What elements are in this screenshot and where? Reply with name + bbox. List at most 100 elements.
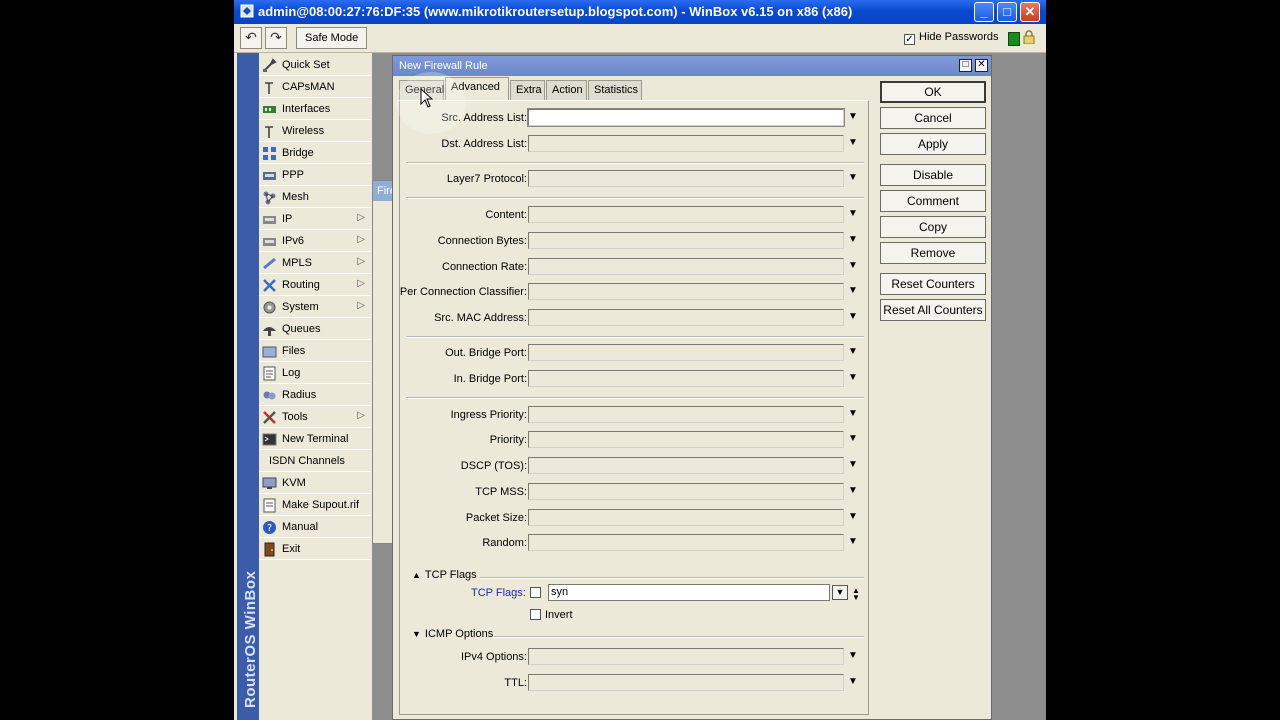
connection-rate-input[interactable] [528,258,844,275]
tcp-flags-section-header[interactable]: ▲ TCP Flags [412,569,477,581]
apply-button[interactable]: Apply [880,133,986,155]
menu-item-log[interactable]: Log [259,363,371,384]
menu-item-interfaces[interactable]: Interfaces [259,99,371,120]
menu-item-files[interactable]: Files [259,341,371,362]
antenna-icon [265,82,273,94]
chevron-down-icon[interactable]: ▼ [848,311,858,322]
copy-button[interactable]: Copy [880,216,986,238]
safe-mode-button[interactable]: Safe Mode [296,27,368,49]
tab-extra[interactable]: Extra [510,80,545,100]
menu-item-kvm[interactable]: KVM [259,473,371,494]
menu-item-make-supout[interactable]: Make Supout.rif [259,495,371,516]
content-input[interactable] [528,206,844,223]
field-row-packet-size: Packet Size: ▼ [465,509,858,526]
chevron-down-icon[interactable]: ▼ [848,485,858,496]
tab-action[interactable]: Action [546,80,587,100]
brand-strip: RouterOS WinBox [237,53,259,720]
collapse-icon[interactable]: ▲ [412,570,421,580]
chevron-down-icon[interactable]: ▼ [848,346,858,357]
src-address-list-input[interactable] [527,108,845,127]
invert-option[interactable]: Invert [530,609,573,621]
chevron-down-icon[interactable]: ▼ [848,172,858,183]
undo-icon[interactable]: ↶ [240,27,262,49]
menu-item-routing[interactable]: Routing ▷ [259,275,371,296]
menu-item-ppp[interactable]: PPP [259,165,371,186]
ok-button[interactable]: OK [880,81,986,103]
menu-item-mpls[interactable]: MPLS ▷ [259,253,371,274]
submenu-arrow-icon: ▷ [357,212,365,223]
minimize-button[interactable]: _ [974,2,994,22]
chevron-down-icon[interactable]: ▼ [848,408,858,419]
comment-button[interactable]: Comment [880,190,986,212]
chevron-down-icon[interactable]: ▼ [848,536,858,547]
ingress-priority-input[interactable] [528,406,844,423]
hide-passwords-checkbox[interactable]: ✓ [904,34,915,45]
in-bridge-port-input[interactable] [528,370,844,387]
chevron-down-icon[interactable]: ▼ [848,511,858,522]
invert-checkbox[interactable] [530,609,541,620]
chevron-down-icon[interactable]: ▼ [848,111,858,122]
reset-counters-button[interactable]: Reset Counters [880,273,986,295]
chevron-down-icon[interactable]: ▼ [848,372,858,383]
remove-button[interactable]: Remove [880,242,986,264]
tcp-flags-select[interactable]: syn [548,584,830,601]
add-remove-spinner-icon[interactable]: ▲ ▼ [852,587,860,602]
field-row-src-mac-address: Src. MAC Address: ▼ [434,309,858,326]
svg-text:?: ? [267,523,272,534]
redo-icon[interactable]: ↷ [265,27,287,49]
priority-input[interactable] [528,431,844,448]
chevron-down-icon[interactable]: ▼ [848,208,858,219]
menu-item-system[interactable]: System ▷ [259,297,371,318]
tcp-flags-not-checkbox[interactable] [530,587,541,598]
menu-item-capsman[interactable]: CAPsMAN [259,77,371,98]
menu-item-ipv6[interactable]: IPv6 ▷ [259,231,371,252]
menu-item-tools[interactable]: Tools ▷ [259,407,371,428]
connection-bytes-input[interactable] [528,232,844,249]
ipv4-options-input[interactable] [528,648,844,665]
menu-item-mesh[interactable]: Mesh [259,187,371,208]
chevron-down-icon[interactable]: ▼ [848,137,858,148]
menu-item-exit[interactable]: Exit [259,539,371,560]
dst-address-list-input[interactable] [528,135,844,152]
menu-item-radius[interactable]: Radius [259,385,371,406]
dialog-close-button[interactable]: ✕ [975,59,988,72]
chevron-down-icon[interactable]: ▼ [848,260,858,271]
chevron-down-icon[interactable]: ▼ [848,285,858,296]
per-connection-classifier-input[interactable] [528,283,844,300]
invert-label: Invert [545,609,573,621]
ttl-input[interactable] [528,674,844,691]
dscp-input[interactable] [528,457,844,474]
submenu-arrow-icon: ▷ [357,410,365,421]
menu-item-ip[interactable]: IP ▷ [259,209,371,230]
random-input[interactable] [528,534,844,551]
menu-item-wireless[interactable]: Wireless [259,121,371,142]
menu-item-new-terminal[interactable]: New Terminal [259,429,371,450]
chevron-down-icon[interactable]: ▼ [848,650,858,661]
chevron-down-icon[interactable]: ▼ [848,676,858,687]
icmp-options-section-header[interactable]: ▼ ICMP Options [412,628,493,640]
chevron-down-icon[interactable]: ▼ [848,459,858,470]
chevron-down-icon[interactable]: ▼ [848,433,858,444]
menu-item-queues[interactable]: Queues [259,319,371,340]
src-mac-address-input[interactable] [528,309,844,326]
menu-item-quick-set[interactable]: Quick Set [259,55,371,76]
menu-item-bridge[interactable]: Bridge [259,143,371,164]
maximize-button[interactable]: □ [997,2,1017,22]
menu-item-manual[interactable]: ? Manual [259,517,371,538]
chevron-down-icon[interactable]: ▼ [848,234,858,245]
tab-statistics[interactable]: Statistics [588,80,642,100]
menu-item-isdn-channels[interactable]: ISDN Channels [259,451,371,472]
close-button[interactable]: ✕ [1020,2,1040,22]
tcp-mss-input[interactable] [528,483,844,500]
disable-button[interactable]: Disable [880,164,986,186]
tcp-flags-dropdown-icon[interactable]: ▼ [832,585,848,600]
packet-size-input[interactable] [528,509,844,526]
submenu-arrow-icon: ▷ [357,300,365,311]
dialog-maximize-button[interactable]: □ [959,59,972,72]
layer7-protocol-input[interactable] [528,170,844,187]
reset-all-counters-button[interactable]: Reset All Counters [880,299,986,321]
out-bridge-port-input[interactable] [528,344,844,361]
cancel-button[interactable]: Cancel [880,107,986,129]
expand-icon[interactable]: ▼ [412,629,421,639]
hide-passwords[interactable]: ✓ Hide Passwords [904,31,998,45]
